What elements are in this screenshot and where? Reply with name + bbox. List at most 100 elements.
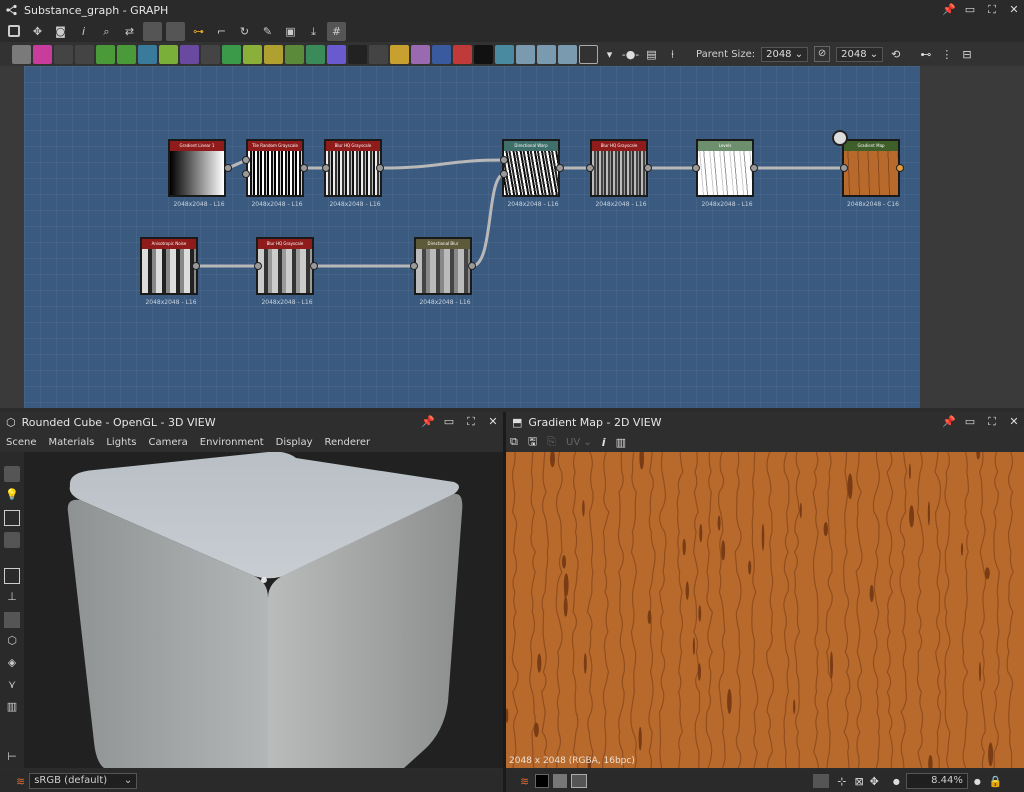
frame-node-icon[interactable]	[579, 44, 598, 64]
tree-icon[interactable]: ⊟	[962, 48, 971, 61]
output-port[interactable]	[192, 262, 200, 270]
output-port[interactable]	[896, 164, 904, 172]
checker-bg-icon[interactable]	[553, 774, 568, 788]
histogram-icon[interactable]: ▥	[616, 436, 626, 449]
node-anisotropic-noise[interactable]: Anisotropic Noise 2048x2048 - L16	[140, 237, 198, 306]
output-color-icon[interactable]	[558, 44, 577, 64]
maximize-icon[interactable]: ⛶	[986, 416, 998, 428]
normal-icon[interactable]	[327, 44, 346, 64]
zoom-field[interactable]: 8.44%	[905, 773, 968, 789]
close-icon[interactable]: ✕	[487, 416, 499, 428]
output-port[interactable]	[644, 164, 652, 172]
fill-icon[interactable]	[453, 44, 472, 64]
input-port[interactable]	[500, 170, 508, 178]
input-port[interactable]	[322, 164, 330, 172]
axis-icon[interactable]: ⊥	[4, 590, 20, 606]
shape-icon[interactable]	[432, 44, 451, 64]
reset-size-icon[interactable]: ⟲	[891, 48, 900, 61]
grid-snap-icon[interactable]: #	[327, 21, 346, 41]
close-icon[interactable]: ✕	[1008, 416, 1020, 428]
zoom-in-dot-icon[interactable]: ●	[974, 777, 981, 786]
text-icon[interactable]	[411, 44, 430, 64]
node-blur-hq-1[interactable]: Blur HQ Grayscale 2048x2048 - L16	[324, 139, 382, 208]
light-bulb-icon[interactable]: 💡	[4, 488, 20, 504]
menu-renderer[interactable]: Renderer	[325, 437, 371, 448]
center-icon[interactable]: ✥	[870, 775, 879, 788]
object-icon[interactable]: ⬡	[4, 634, 20, 650]
curve-icon[interactable]	[96, 44, 115, 64]
pixel-processor-icon[interactable]	[369, 44, 388, 64]
output-port[interactable]	[310, 262, 318, 270]
comment-icon[interactable]: ▾	[600, 45, 619, 64]
float-icon[interactable]: ▭	[443, 416, 455, 428]
input-icon[interactable]	[495, 44, 514, 64]
tools-icon[interactable]: ✎	[258, 22, 277, 41]
node-gradient-linear[interactable]: Gradient Linear 1 2048x2048 - L16	[168, 139, 226, 208]
output-port[interactable]	[556, 164, 564, 172]
search-icon[interactable]: ⌕	[97, 22, 116, 41]
graph-canvas[interactable]: Gradient Linear 1 2048x2048 - L16 Tile R…	[24, 66, 920, 408]
output-port[interactable]	[300, 164, 308, 172]
vertical-connector-icon[interactable]: ⋮	[941, 48, 952, 61]
parent-size-select[interactable]: 2048 ⌄	[761, 46, 809, 62]
publish-icon[interactable]: ⤓	[304, 22, 323, 41]
menu-materials[interactable]: Materials	[49, 437, 95, 448]
input-port[interactable]	[500, 156, 508, 164]
node-levels[interactable]: Levels 2048x2048 - L16	[696, 139, 754, 208]
view2d-viewport[interactable]: 2048 x 2048 (RGBA, 16bpc)	[506, 452, 1024, 768]
connect-icon[interactable]: ⇄	[120, 22, 139, 41]
export-icon[interactable]: ⎘	[547, 435, 556, 449]
video-camera-icon[interactable]	[4, 466, 20, 482]
zoom-out-dot-icon[interactable]: ●	[893, 777, 900, 786]
node-gradient-map[interactable]: Gradient Map 2048x2048 - C16	[842, 139, 900, 208]
align-icon[interactable]	[166, 21, 185, 41]
hsl-icon[interactable]	[138, 44, 157, 64]
info-icon[interactable]: i	[602, 436, 606, 449]
mesh-icon[interactable]	[4, 612, 20, 628]
pin-icon[interactable]: 📌	[942, 4, 956, 16]
hierarchy-icon[interactable]: ⊢	[4, 750, 20, 766]
grid-icon[interactable]	[813, 774, 830, 788]
distance-icon[interactable]	[390, 44, 409, 64]
node-blur-hq-3[interactable]: Blur HQ Grayscale 2048x2048 - L16	[256, 237, 314, 306]
colorspace-select[interactable]: sRGB (default) ⌄	[29, 773, 138, 789]
lock-icon[interactable]: 🔒	[989, 775, 1003, 788]
sharpen-icon[interactable]	[285, 44, 304, 64]
gradient-icon[interactable]	[159, 44, 178, 64]
menu-lights[interactable]: Lights	[106, 437, 136, 448]
menu-scene[interactable]: Scene	[6, 437, 37, 448]
link-size-icon[interactable]: ⊘	[814, 46, 831, 62]
pin-icon[interactable]: 📌	[942, 416, 956, 428]
fx-map-icon[interactable]	[348, 44, 367, 64]
blend-icon[interactable]	[75, 44, 94, 64]
node-directional-warp[interactable]: Directional Warp 2048x2048 - L16	[502, 139, 560, 208]
link-icon[interactable]: ⊶	[189, 22, 208, 41]
refresh-icon[interactable]: ↻	[235, 22, 254, 41]
menu-environment[interactable]: Environment	[200, 437, 264, 448]
environment-icon[interactable]	[4, 510, 20, 526]
wireframe-icon[interactable]	[4, 568, 20, 584]
node-tile-random[interactable]: Tile Random Grayscale 2048x2048 - L16	[246, 139, 304, 208]
menu-camera[interactable]: Camera	[149, 437, 188, 448]
tile-icon[interactable]	[201, 44, 220, 64]
output-icon[interactable]	[516, 44, 535, 64]
frame-icon[interactable]	[8, 25, 20, 37]
input-color-icon[interactable]	[537, 44, 556, 64]
input-port[interactable]	[692, 164, 700, 172]
levels-icon[interactable]	[117, 44, 136, 64]
input-port[interactable]	[840, 164, 848, 172]
maximize-icon[interactable]: ⛶	[986, 4, 998, 16]
warp-icon[interactable]	[243, 44, 262, 64]
value-icon[interactable]	[474, 44, 493, 64]
screen-icon[interactable]	[571, 774, 588, 788]
view3d-viewport[interactable]	[24, 452, 503, 768]
black-bg-icon[interactable]	[535, 774, 550, 788]
save-icon[interactable]: 🖫	[528, 433, 537, 452]
dot-node-icon[interactable]: -●-	[621, 45, 640, 64]
info-icon[interactable]: i	[74, 22, 93, 41]
tangent-icon[interactable]: ⋎	[4, 678, 20, 694]
screenshot-icon[interactable]	[4, 532, 20, 548]
connector-icon[interactable]: ⊷	[920, 48, 931, 61]
input-port[interactable]	[242, 156, 250, 164]
bitmap-node-icon[interactable]	[12, 44, 31, 64]
